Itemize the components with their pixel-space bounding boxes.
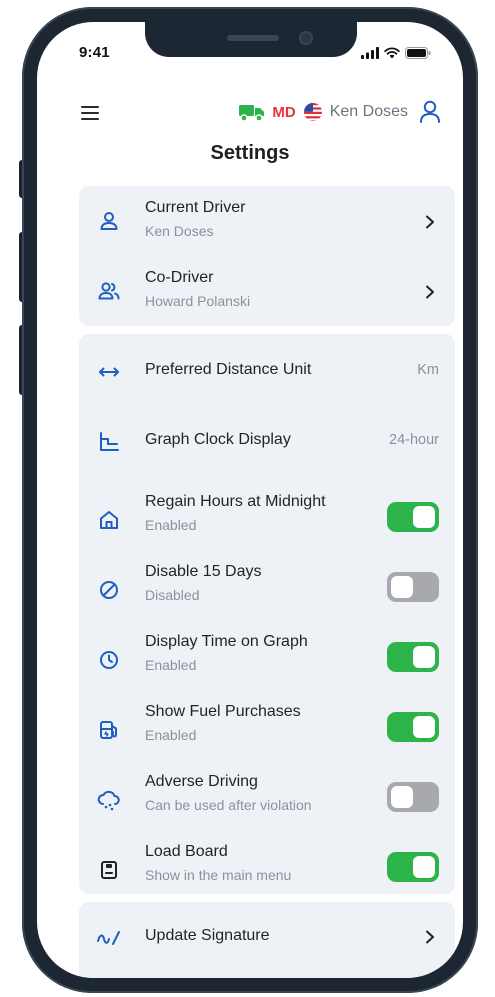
load-board-toggle[interactable]: [387, 852, 439, 882]
speaker: [227, 35, 279, 41]
clock-icon: [95, 646, 123, 674]
chevron-right-icon: [423, 215, 437, 229]
chevron-right-icon: [423, 285, 437, 299]
fuel-purchases-toggle[interactable]: [387, 712, 439, 742]
notch: [145, 22, 357, 57]
row-title: Co-Driver: [145, 269, 214, 286]
menu-button[interactable]: [81, 106, 101, 122]
adverse-driving-row: Adverse Driving Can be used after violat…: [79, 772, 455, 824]
screen: 9:41 MD Ken Doses Settings Current Drive…: [37, 22, 463, 978]
unit-code: MD: [272, 103, 296, 121]
disable-15-days-row: Disable 15 Days Disabled: [79, 562, 455, 614]
row-subtitle: Enabled: [145, 657, 197, 673]
wifi-icon: [384, 47, 400, 59]
row-title: Disable 15 Days: [145, 563, 262, 580]
fuel-pump-icon: [95, 716, 123, 744]
row-title: Display Time on Graph: [145, 633, 308, 650]
row-subtitle: Ken Doses: [145, 223, 214, 239]
signal-icon: [361, 47, 379, 59]
cloud-rain-icon: [95, 786, 123, 814]
row-title: Adverse Driving: [145, 773, 258, 790]
header-driver-name: Ken Doses: [329, 103, 408, 120]
update-signature-row[interactable]: Update Signature: [79, 922, 455, 952]
users-icon: [95, 277, 123, 305]
signature-icon: [95, 924, 123, 952]
home-icon: [95, 506, 123, 534]
clipboard-icon: [95, 856, 123, 884]
adverse-driving-toggle[interactable]: [387, 782, 439, 812]
regain-hours-row: Regain Hours at Midnight Enabled: [79, 492, 455, 544]
co-driver-row[interactable]: Co-Driver Howard Polanski: [79, 268, 455, 320]
distance-unit-row[interactable]: Preferred Distance Unit Km: [79, 356, 455, 386]
status-icons: [361, 47, 431, 59]
row-title: Show Fuel Purchases: [145, 703, 301, 720]
drivers-card: Current Driver Ken Doses Co-Driver Howar…: [79, 186, 455, 326]
row-value: 24-hour: [389, 432, 439, 448]
user-icon: [95, 207, 123, 235]
row-title: Graph Clock Display: [145, 431, 291, 448]
load-board-row: Load Board Show in the main menu: [79, 842, 455, 894]
row-title: Update Signature: [145, 927, 270, 944]
signature-card: Update Signature: [79, 902, 455, 978]
chevron-right-icon: [423, 930, 437, 944]
current-driver-row[interactable]: Current Driver Ken Doses: [79, 198, 455, 250]
regain-hours-toggle[interactable]: [387, 502, 439, 532]
row-title: Preferred Distance Unit: [145, 361, 312, 378]
battery-icon: [405, 47, 431, 59]
row-subtitle: Enabled: [145, 517, 197, 533]
row-title: Current Driver: [145, 199, 246, 216]
profile-icon[interactable]: [419, 100, 441, 124]
graph-clock-row[interactable]: Graph Clock Display 24-hour: [79, 426, 455, 456]
arrows-horizontal-icon: [95, 358, 123, 386]
row-title: Regain Hours at Midnight: [145, 493, 326, 510]
row-subtitle: Howard Polanski: [145, 293, 251, 309]
row-subtitle: Can be used after violation: [145, 797, 312, 813]
camera: [299, 31, 313, 45]
preferences-card: Preferred Distance Unit Km Graph Clock D…: [79, 334, 455, 894]
fuel-purchases-row: Show Fuel Purchases Enabled: [79, 702, 455, 754]
row-title: Load Board: [145, 843, 228, 860]
row-subtitle: Show in the main menu: [145, 867, 292, 883]
status-time: 9:41: [79, 44, 110, 61]
slash-circle-icon: [95, 576, 123, 604]
phone-frame: 9:41 MD Ken Doses Settings Current Drive…: [22, 7, 478, 993]
graph-clock-icon: [95, 428, 123, 456]
display-time-row: Display Time on Graph Enabled: [79, 632, 455, 684]
disable-15-days-toggle[interactable]: [387, 572, 439, 602]
row-subtitle: Enabled: [145, 727, 197, 743]
row-value: Km: [417, 362, 439, 378]
header-info: MD Ken Doses: [239, 100, 441, 124]
truck-icon: [239, 102, 265, 122]
row-subtitle: Disabled: [145, 587, 200, 603]
page-title: Settings: [210, 142, 290, 164]
us-flag-icon: [303, 102, 323, 122]
display-time-toggle[interactable]: [387, 642, 439, 672]
